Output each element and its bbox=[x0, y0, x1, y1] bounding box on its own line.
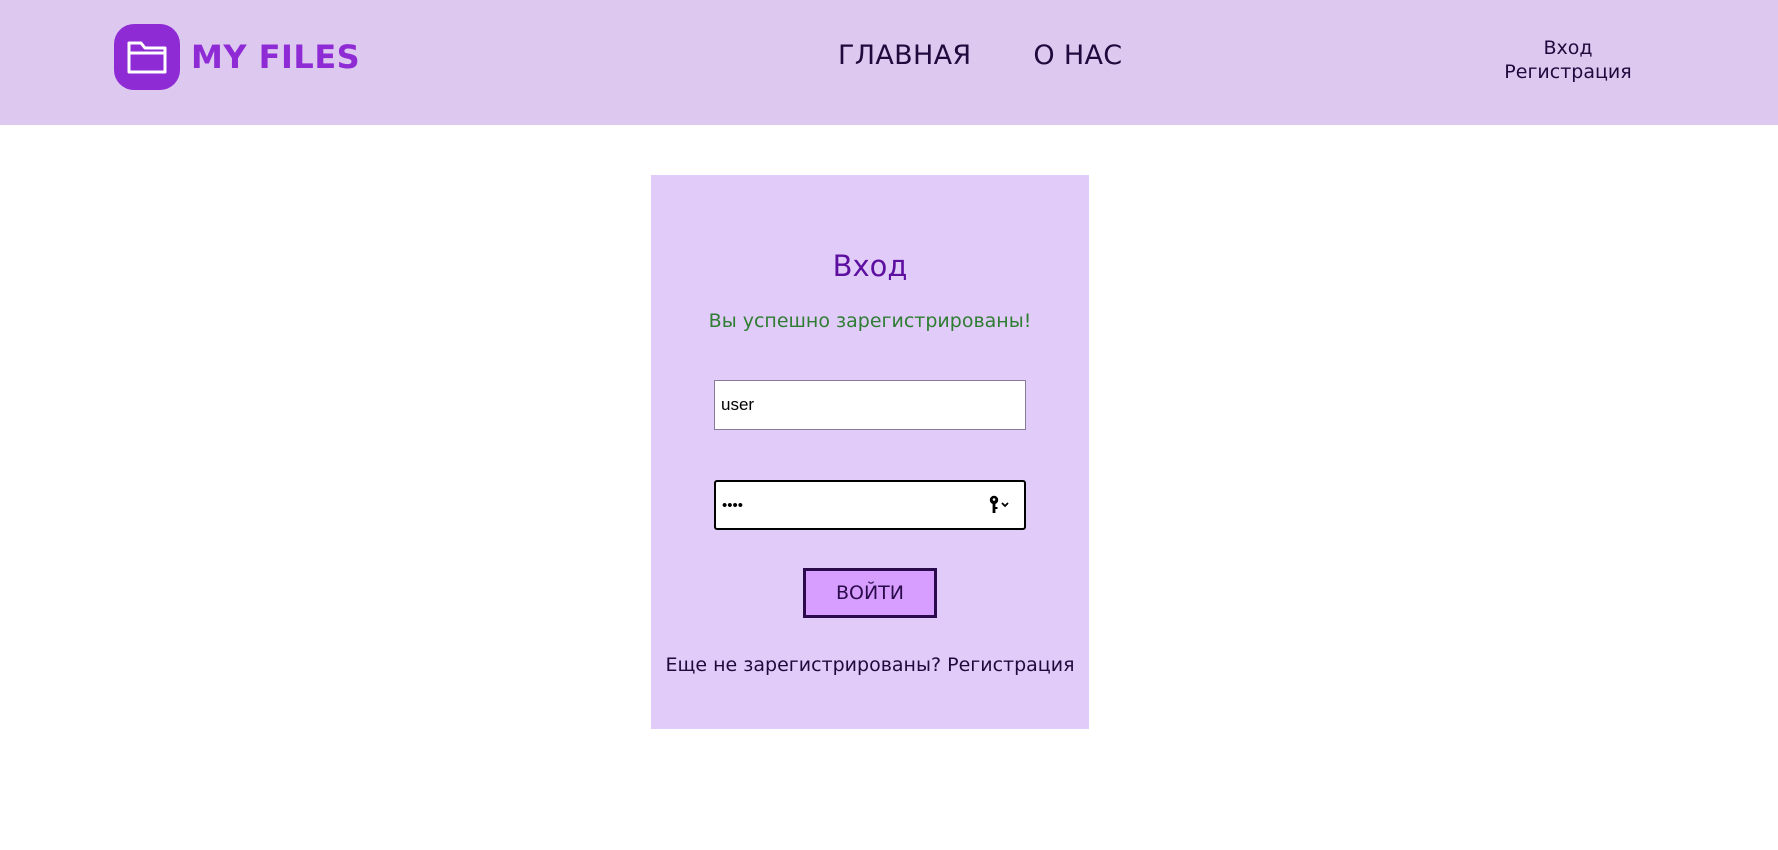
login-title: Вход bbox=[832, 249, 908, 283]
login-card: Вход Вы успешно зарегистрированы! user •… bbox=[651, 175, 1089, 729]
logo-link[interactable]: MY FILES bbox=[114, 24, 360, 90]
nav-home-link[interactable]: ГЛАВНАЯ bbox=[838, 40, 971, 71]
password-input[interactable]: •••• bbox=[714, 480, 1026, 530]
folder-icon bbox=[114, 24, 180, 90]
site-header: MY FILES ГЛАВНАЯ О НАС Вход Регистрация bbox=[0, 0, 1778, 125]
register-prompt-text: Еще не зарегистрированы? bbox=[665, 654, 942, 676]
login-button[interactable]: ВОЙТИ bbox=[803, 568, 937, 618]
password-value: •••• bbox=[722, 496, 744, 514]
key-icon[interactable] bbox=[988, 495, 1012, 515]
register-prompt: Еще не зарегистрированы? Регистрация bbox=[651, 654, 1089, 676]
nav-about-link[interactable]: О НАС bbox=[1033, 40, 1122, 71]
main-nav: ГЛАВНАЯ О НАС bbox=[838, 40, 1122, 71]
header-login-link[interactable]: Вход bbox=[1543, 36, 1592, 60]
username-value: user bbox=[721, 395, 755, 414]
header-register-link[interactable]: Регистрация bbox=[1504, 60, 1631, 84]
logo-text: MY FILES bbox=[191, 38, 361, 76]
success-message: Вы успешно зарегистрированы! bbox=[708, 310, 1032, 332]
auth-links: Вход Регистрация bbox=[1490, 36, 1646, 84]
username-input[interactable]: user bbox=[714, 380, 1026, 430]
register-link[interactable]: Регистрация bbox=[947, 654, 1074, 676]
